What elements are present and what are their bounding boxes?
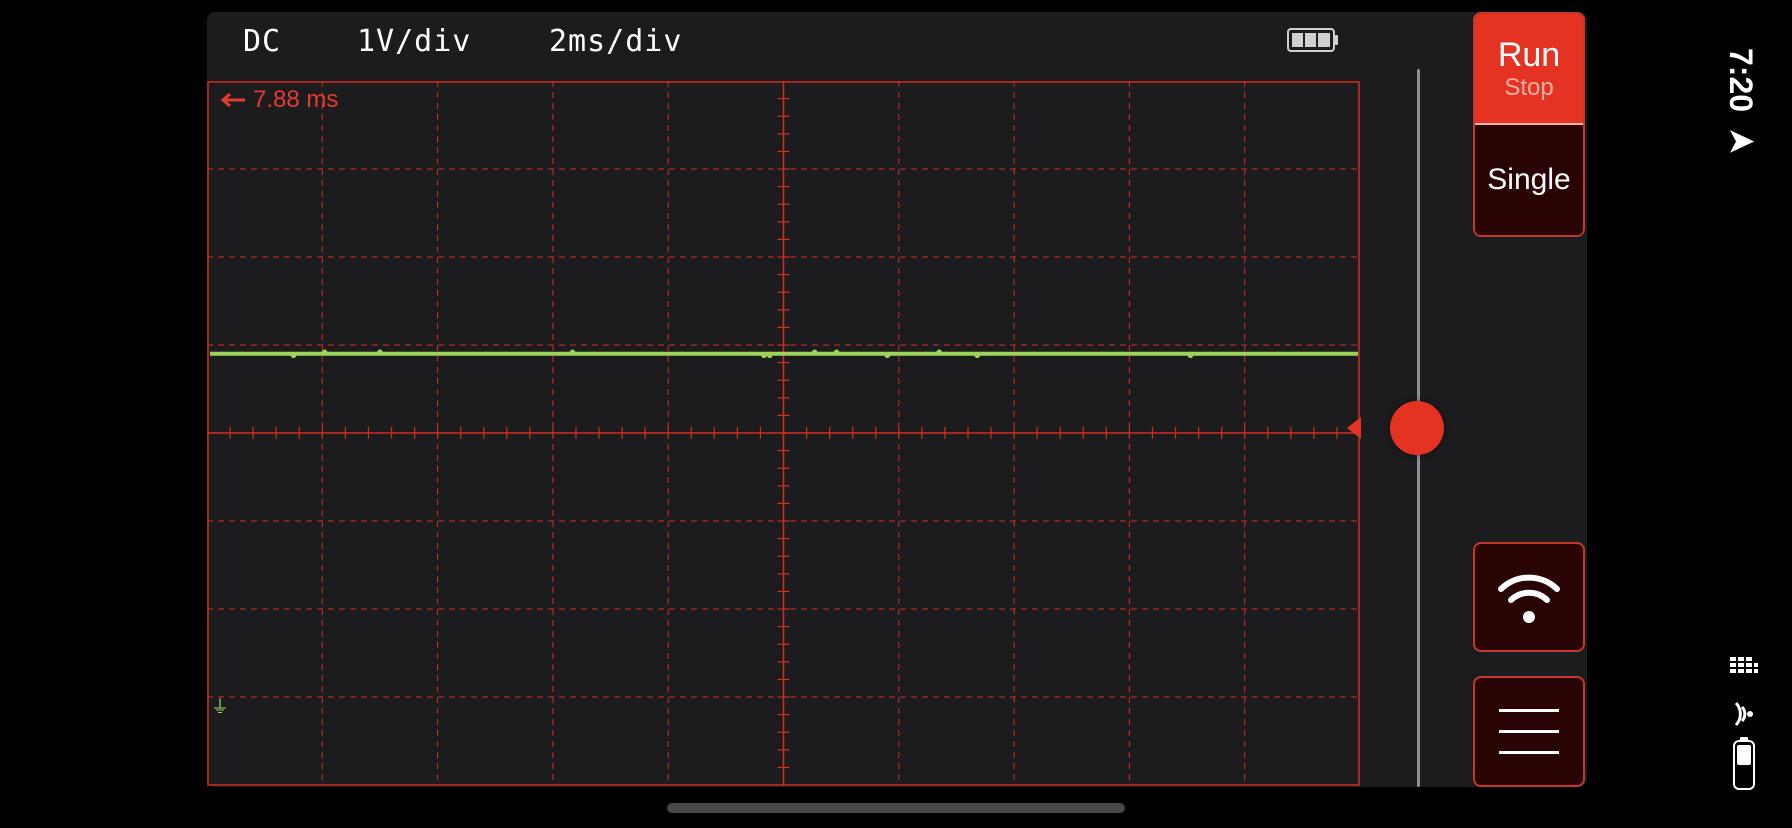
clock-time: 7:20 — [1723, 48, 1759, 113]
wifi-icon — [1498, 574, 1560, 623]
hamburger-menu-icon — [1499, 708, 1559, 754]
wifi-status-dot — [1747, 711, 1753, 717]
trace-noise-point — [833, 349, 840, 356]
trace-noise-point — [761, 352, 767, 359]
home-indicator[interactable] — [667, 803, 1125, 813]
oscilloscope-app: DC 1V/div 2ms/div 7.88 ms ⏚ Run Stop Sin… — [207, 12, 1587, 787]
scope-header: DC 1V/div 2ms/div — [207, 12, 1362, 68]
run-stop-button[interactable]: Run Stop — [1475, 14, 1583, 125]
coupling-mode[interactable]: DC — [243, 24, 281, 59]
scope-screen[interactable] — [207, 68, 1362, 787]
single-button[interactable]: Single — [1475, 125, 1583, 235]
battery-status-icon — [1733, 737, 1755, 790]
menu-button[interactable] — [1473, 676, 1585, 787]
wifi-status-icon — [1734, 701, 1747, 727]
trace-noise-point — [974, 352, 981, 359]
battery-icon — [1287, 28, 1338, 52]
trace-noise-point — [290, 352, 297, 359]
location-arrow-icon: ➤ — [1727, 122, 1755, 159]
stop-label: Stop — [1504, 73, 1554, 101]
trigger-level-marker — [1347, 417, 1361, 439]
wifi-button[interactable] — [1473, 542, 1585, 652]
time-offset-value: 7.88 ms — [253, 86, 339, 113]
cellular-signal-icon — [1730, 657, 1758, 673]
run-control-group: Run Stop Single — [1473, 12, 1585, 237]
time-offset-readout: 7.88 ms — [219, 86, 338, 114]
trace-noise-point — [884, 352, 891, 359]
status-clock: 7:20 ➤ — [1722, 48, 1760, 158]
trace-noise-point — [377, 349, 383, 356]
volts-per-div[interactable]: 1V/div — [357, 24, 471, 59]
arrow-left-icon — [220, 92, 245, 108]
trace-noise-point — [811, 349, 818, 356]
status-icons — [1730, 657, 1758, 790]
run-label: Run — [1497, 35, 1561, 74]
time-per-div[interactable]: 2ms/div — [549, 24, 682, 59]
trace-noise-point — [569, 349, 576, 356]
trigger-level-slider-knob[interactable] — [1390, 401, 1444, 455]
trace-noise-point — [766, 352, 773, 359]
scope-grid — [207, 81, 1360, 786]
trace-noise-point — [1187, 352, 1194, 359]
ground-marker-icon[interactable]: ⏚ — [211, 699, 229, 717]
trace-noise-point — [321, 349, 328, 356]
trace-noise-point — [936, 349, 942, 356]
